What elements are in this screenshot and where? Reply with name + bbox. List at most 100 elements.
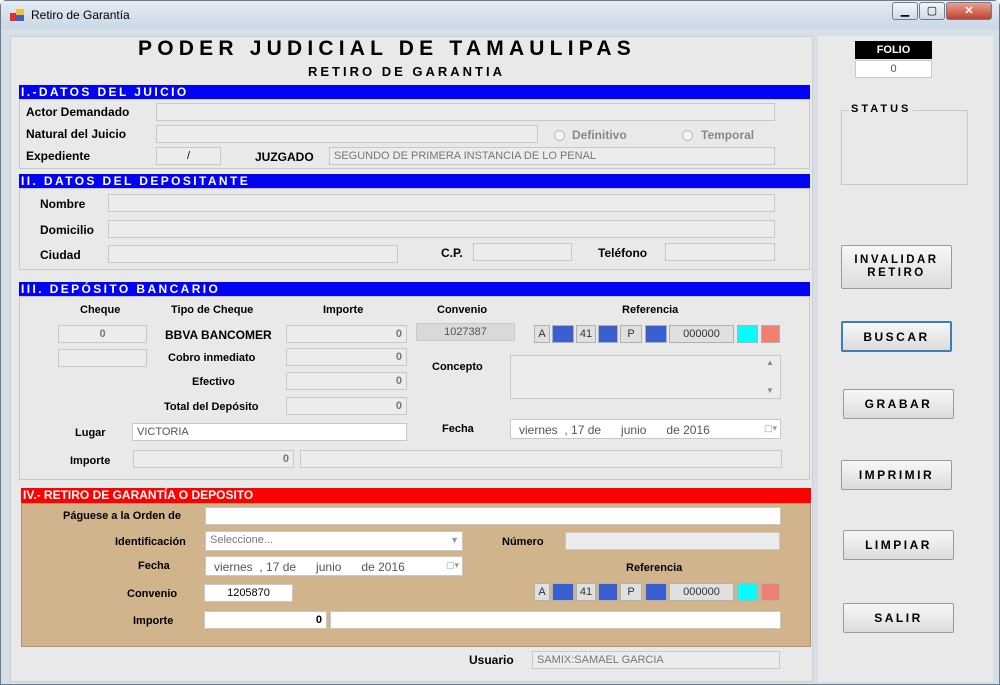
fecha-label: Fecha (442, 423, 474, 435)
tipo-header: Tipo de Cheque (171, 304, 254, 316)
section-retiro: IV.- RETIRO DE GARANTÍA O DEPOSITO (21, 488, 811, 503)
maximize-button[interactable]: ▢ (919, 2, 945, 20)
retiro-convenio-label: Convenio (127, 588, 178, 600)
retiro-ref-41: 41 (576, 583, 596, 601)
total-label: Total del Depósito (164, 401, 259, 413)
status-label: STATUS (849, 103, 914, 115)
retiro-importe-letra-field[interactable] (330, 611, 781, 629)
temporal-radio[interactable] (682, 130, 693, 141)
ciudad-label: Ciudad (40, 248, 81, 262)
total-field[interactable]: 0 (286, 397, 407, 415)
lugar-field[interactable]: VICTORIA (132, 423, 407, 441)
ref-41: 41 (576, 325, 596, 343)
concepto-label: Concepto (432, 361, 483, 373)
chevron-down-icon: ▼ (450, 535, 459, 545)
fecha-picker[interactable]: viernes , 17 de junio de 2016 ▢▾ (510, 419, 781, 439)
natural-field[interactable] (156, 125, 538, 143)
cheque-header: Cheque (80, 304, 121, 316)
ident-label: Identificación (115, 536, 186, 548)
temporal-label: Temporal (701, 128, 755, 142)
section-deposito: III. DEPÓSITO BANCARIO (19, 282, 810, 296)
ref-blue-2 (598, 325, 618, 343)
retiro-ref-blue-3 (645, 583, 667, 601)
retiro-fecha-value: viernes , 17 de junio de 2016 (214, 560, 405, 574)
ident-select[interactable]: Seleccione... ▼ (205, 531, 463, 551)
convenio-field[interactable]: 1027387 (416, 323, 515, 341)
retiro-ref-cyan (737, 583, 758, 601)
telefono-field[interactable] (665, 243, 775, 261)
calendar-icon[interactable]: ▢▾ (446, 560, 459, 571)
buscar-button[interactable]: BUSCAR (841, 321, 952, 352)
invalidar-label: INVALIDAR (854, 254, 939, 266)
paguese-label: Páguese a la Orden de (63, 510, 181, 522)
page-subtitle: RETIRO DE GARANTIA (308, 64, 505, 79)
cobro-field[interactable]: 0 (286, 348, 407, 366)
app-icon (10, 9, 24, 21)
expediente-field[interactable]: / (156, 147, 221, 165)
section-datos-juicio: I.-DATOS DEL JUICIO (19, 85, 810, 99)
retiro-convenio-field[interactable]: 1205870 (204, 584, 293, 602)
paguese-field[interactable] (205, 507, 781, 525)
expediente-label: Expediente (26, 149, 91, 163)
retiro-fecha-label: Fecha (138, 560, 170, 572)
nombre-label: Nombre (40, 197, 86, 211)
ref-blue-1 (552, 325, 574, 343)
efectivo-label: Efectivo (192, 376, 235, 388)
usuario-field[interactable]: SAMIX:SAMAEL GARCIA (532, 651, 780, 669)
importe-label: Importe (70, 455, 111, 467)
importe-field[interactable]: 0 (133, 450, 294, 468)
importe-letra-field[interactable] (300, 450, 782, 468)
scroll-down-icon[interactable]: ▼ (766, 386, 774, 395)
ref-cyan (737, 325, 758, 343)
minimize-button[interactable]: ▁ (892, 2, 918, 20)
minimize-icon: ▁ (900, 5, 910, 17)
window-title: Retiro de Garantía (31, 8, 130, 22)
section-depositante: II. DATOS DEL DEPOSITANTE (19, 174, 810, 188)
ciudad-field[interactable] (108, 245, 398, 263)
efectivo-field[interactable]: 0 (286, 372, 407, 390)
definitivo-radio[interactable] (554, 130, 565, 141)
actor-label: Actor Demandado (26, 105, 130, 119)
folio-field[interactable]: 0 (855, 60, 932, 78)
imprimir-button[interactable]: IMPRIMIR (841, 460, 952, 490)
ref-p: P (620, 325, 642, 343)
banco-importe-field[interactable]: 0 (286, 325, 407, 343)
page-title: PODER JUDICIAL DE TAMAULIPAS (138, 37, 636, 60)
grabar-button[interactable]: GRABAR (843, 389, 954, 419)
ref-salmon (761, 325, 780, 343)
domicilio-field[interactable] (108, 220, 775, 238)
close-button[interactable]: ✕ (946, 2, 992, 20)
concepto-field[interactable] (510, 355, 781, 399)
retiro-importe-field[interactable]: 0 (204, 611, 327, 629)
ref-number: 000000 (669, 325, 734, 343)
limpiar-button[interactable]: LIMPIAR (843, 530, 954, 560)
calendar-icon[interactable]: ▢▾ (764, 423, 777, 434)
banco-label: BBVA BANCOMER (165, 328, 272, 342)
cheque-field[interactable]: 0 (58, 325, 147, 343)
status-box (841, 110, 968, 185)
referencia-header: Referencia (622, 304, 679, 316)
convenio-header: Convenio (437, 304, 488, 316)
actor-field[interactable] (156, 103, 775, 121)
retiro-referencia-label: Referencia (626, 562, 683, 574)
cp-field[interactable] (473, 243, 572, 261)
retiro-ref-p: P (620, 583, 642, 601)
cobro-label: Cobro inmediato (168, 352, 256, 364)
scroll-up-icon[interactable]: ▲ (766, 358, 774, 367)
cp-label: C.P. (441, 246, 463, 260)
retiro-ref-a: A (534, 583, 550, 601)
juzgado-field[interactable]: SEGUNDO DE PRIMERA INSTANCIA DE LO PENAL (329, 147, 775, 165)
fecha-value: viernes , 17 de junio de 2016 (519, 423, 710, 437)
definitivo-label: Definitivo (572, 128, 627, 142)
invalidar-retiro-button[interactable]: INVALIDAR RETIRO (841, 245, 952, 289)
retiro-ref-salmon (761, 583, 780, 601)
retiro-fecha-picker[interactable]: viernes , 17 de junio de 2016 ▢▾ (205, 556, 463, 576)
domicilio-label: Domicilio (40, 223, 95, 237)
retiro-ref-number: 000000 (669, 583, 734, 601)
salir-button[interactable]: SALIR (843, 603, 954, 633)
numero-field[interactable] (565, 532, 780, 550)
ref-blue-3 (645, 325, 667, 343)
nombre-field[interactable] (108, 194, 775, 212)
cheque-field-2[interactable] (58, 349, 147, 367)
retiro-ref-blue-2 (598, 583, 618, 601)
